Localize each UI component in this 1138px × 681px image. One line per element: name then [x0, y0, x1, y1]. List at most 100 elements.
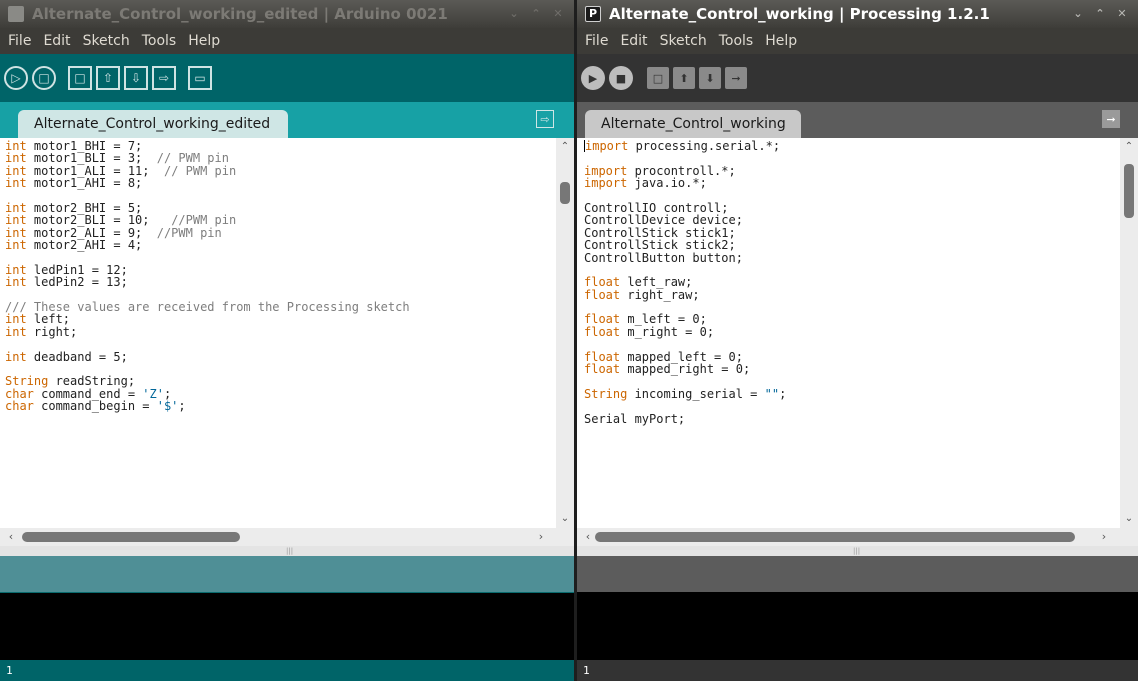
- minimize-icon[interactable]: ⌄: [1068, 5, 1088, 23]
- menu-file[interactable]: File: [579, 33, 614, 49]
- horizontal-scrollbar[interactable]: ‹ ›: [577, 528, 1138, 546]
- code-token: right;: [26, 324, 78, 339]
- tab-menu-arrow-icon[interactable]: ➞: [1102, 110, 1120, 128]
- grip-icon: |||: [286, 547, 294, 555]
- maximize-icon[interactable]: ⌃: [526, 5, 546, 23]
- pane-splitter[interactable]: |||: [577, 546, 1138, 556]
- new-button[interactable]: □: [647, 67, 669, 89]
- code-line[interactable]: int motor2_AHI = 4;: [5, 239, 556, 251]
- verify-button[interactable]: ▷: [4, 66, 28, 90]
- code-editor[interactable]: import processing.serial.*; import proco…: [577, 138, 1120, 528]
- scroll-up-icon[interactable]: ⌃: [556, 140, 574, 154]
- close-icon[interactable]: ✕: [1112, 5, 1132, 23]
- code-line[interactable]: int right;: [5, 326, 556, 338]
- processing-app-icon: P: [585, 6, 601, 22]
- scroll-down-icon[interactable]: ⌄: [556, 512, 574, 526]
- upload-button[interactable]: ⇨: [152, 66, 176, 90]
- string-token: '$': [156, 399, 179, 414]
- code-editor[interactable]: int motor1_BHI = 7; int motor1_BLI = 3; /…: [0, 138, 556, 528]
- tab-bar: Alternate_Control_working ➞: [577, 102, 1138, 138]
- message-area: [0, 556, 574, 592]
- keyword-token: char: [5, 399, 34, 414]
- menu-sketch[interactable]: Sketch: [654, 33, 713, 49]
- stop-button[interactable]: ■: [609, 66, 633, 90]
- scroll-up-icon[interactable]: ⌃: [1120, 140, 1138, 154]
- menu-tools[interactable]: Tools: [136, 33, 183, 49]
- tab-menu-arrow-icon[interactable]: ⇨: [536, 110, 554, 128]
- vertical-scrollbar[interactable]: ⌃ ⌄: [556, 138, 574, 528]
- menu-file[interactable]: File: [2, 33, 37, 49]
- menu-bar: File Edit Sketch Tools Help: [0, 28, 574, 54]
- code-line[interactable]: float right_raw;: [584, 287, 1120, 302]
- code-token: mapped_right = 0;: [620, 362, 751, 377]
- scroll-thumb[interactable]: [560, 182, 570, 204]
- code-line[interactable]: int left;: [5, 313, 556, 325]
- code-line[interactable]: int deadband = 5;: [5, 349, 556, 364]
- code-token: ;: [178, 399, 186, 414]
- scroll-down-icon[interactable]: ⌄: [1120, 512, 1138, 526]
- scroll-thumb[interactable]: [1124, 164, 1134, 218]
- code-line[interactable]: /// These values are received from the P…: [5, 301, 556, 313]
- new-file-icon: □: [74, 71, 86, 85]
- code-line[interactable]: String incoming_serial = "";: [584, 388, 1120, 400]
- arduino-app-icon: [8, 6, 24, 22]
- vertical-scrollbar[interactable]: ⌃ ⌄: [1120, 138, 1138, 528]
- console-output[interactable]: [577, 592, 1138, 660]
- scroll-right-icon[interactable]: ›: [1097, 528, 1111, 546]
- export-button[interactable]: ➞: [725, 67, 747, 89]
- code-line[interactable]: float m_right = 0;: [584, 326, 1120, 338]
- code-token: ledPin2 = 13;: [26, 275, 128, 290]
- code-line[interactable]: import java.io.*;: [584, 177, 1120, 189]
- scroll-right-icon[interactable]: ›: [534, 528, 548, 546]
- code-token: deadband = 5;: [26, 349, 128, 364]
- run-button[interactable]: ▶: [581, 66, 605, 90]
- minimize-icon[interactable]: ⌄: [504, 5, 524, 23]
- code-token: incoming_serial =: [627, 386, 765, 401]
- menu-edit[interactable]: Edit: [614, 33, 653, 49]
- open-button[interactable]: ⇧: [96, 66, 120, 90]
- new-file-icon: □: [652, 71, 664, 85]
- code-line[interactable]: float mapped_right = 0;: [584, 363, 1120, 375]
- code-token: Serial myPort;: [584, 411, 686, 426]
- scroll-thumb-horizontal[interactable]: [22, 532, 240, 542]
- code-line[interactable]: int motor1_AHI = 8;: [5, 177, 556, 189]
- scroll-thumb-horizontal[interactable]: [595, 532, 1075, 542]
- code-token: processing.serial.*;: [628, 139, 781, 153]
- serial-monitor-button[interactable]: ▭: [188, 66, 212, 90]
- code-line[interactable]: Serial myPort;: [584, 411, 1120, 426]
- pane-splitter[interactable]: |||: [0, 546, 574, 556]
- title-bar[interactable]: P Alternate_Control_working | Processing…: [577, 0, 1138, 28]
- menu-help[interactable]: Help: [182, 33, 226, 49]
- window-controls: ⌄ ⌃ ✕: [504, 5, 574, 23]
- maximize-icon[interactable]: ⌃: [1090, 5, 1110, 23]
- code-token: motor2_AHI = 4;: [26, 238, 143, 253]
- title-bar[interactable]: Alternate_Control_working_edited | Ardui…: [0, 0, 574, 28]
- close-icon[interactable]: ✕: [548, 5, 568, 23]
- console-output[interactable]: [0, 592, 574, 660]
- code-text[interactable]: import processing.serial.*; import proco…: [577, 138, 1120, 425]
- line-number-status: 1: [577, 660, 1138, 681]
- open-button[interactable]: ⬆: [673, 67, 695, 89]
- stop-button[interactable]: □: [32, 66, 56, 90]
- save-button[interactable]: ⇩: [124, 66, 148, 90]
- code-text[interactable]: int motor1_BHI = 7; int motor1_BLI = 3; /…: [0, 138, 556, 413]
- save-button[interactable]: ⬇: [699, 67, 721, 89]
- scroll-left-icon[interactable]: ‹: [4, 528, 18, 546]
- horizontal-scrollbar[interactable]: ‹ ›: [0, 528, 574, 546]
- tab-sketch[interactable]: Alternate_Control_working_edited: [18, 110, 288, 138]
- code-line[interactable]: import processing.serial.*;: [584, 140, 1120, 152]
- code-token: motor1_AHI = 8;: [26, 176, 143, 191]
- tab-sketch[interactable]: Alternate_Control_working: [585, 110, 801, 138]
- scroll-left-icon[interactable]: ‹: [581, 528, 595, 546]
- new-button[interactable]: □: [68, 66, 92, 90]
- menu-help[interactable]: Help: [759, 33, 803, 49]
- toolbar: ▷ □ □ ⇧ ⇩ ⇨ ▭: [0, 54, 574, 102]
- play-icon: ▷: [11, 71, 21, 85]
- code-line[interactable]: int ledPin2 = 13;: [5, 276, 556, 288]
- menu-tools[interactable]: Tools: [713, 33, 760, 49]
- menu-sketch[interactable]: Sketch: [77, 33, 136, 49]
- code-line[interactable]: ControllButton button;: [584, 251, 1120, 264]
- code-line[interactable]: char command_begin = '$';: [5, 400, 556, 412]
- code-token: right_raw;: [620, 287, 700, 302]
- menu-edit[interactable]: Edit: [37, 33, 76, 49]
